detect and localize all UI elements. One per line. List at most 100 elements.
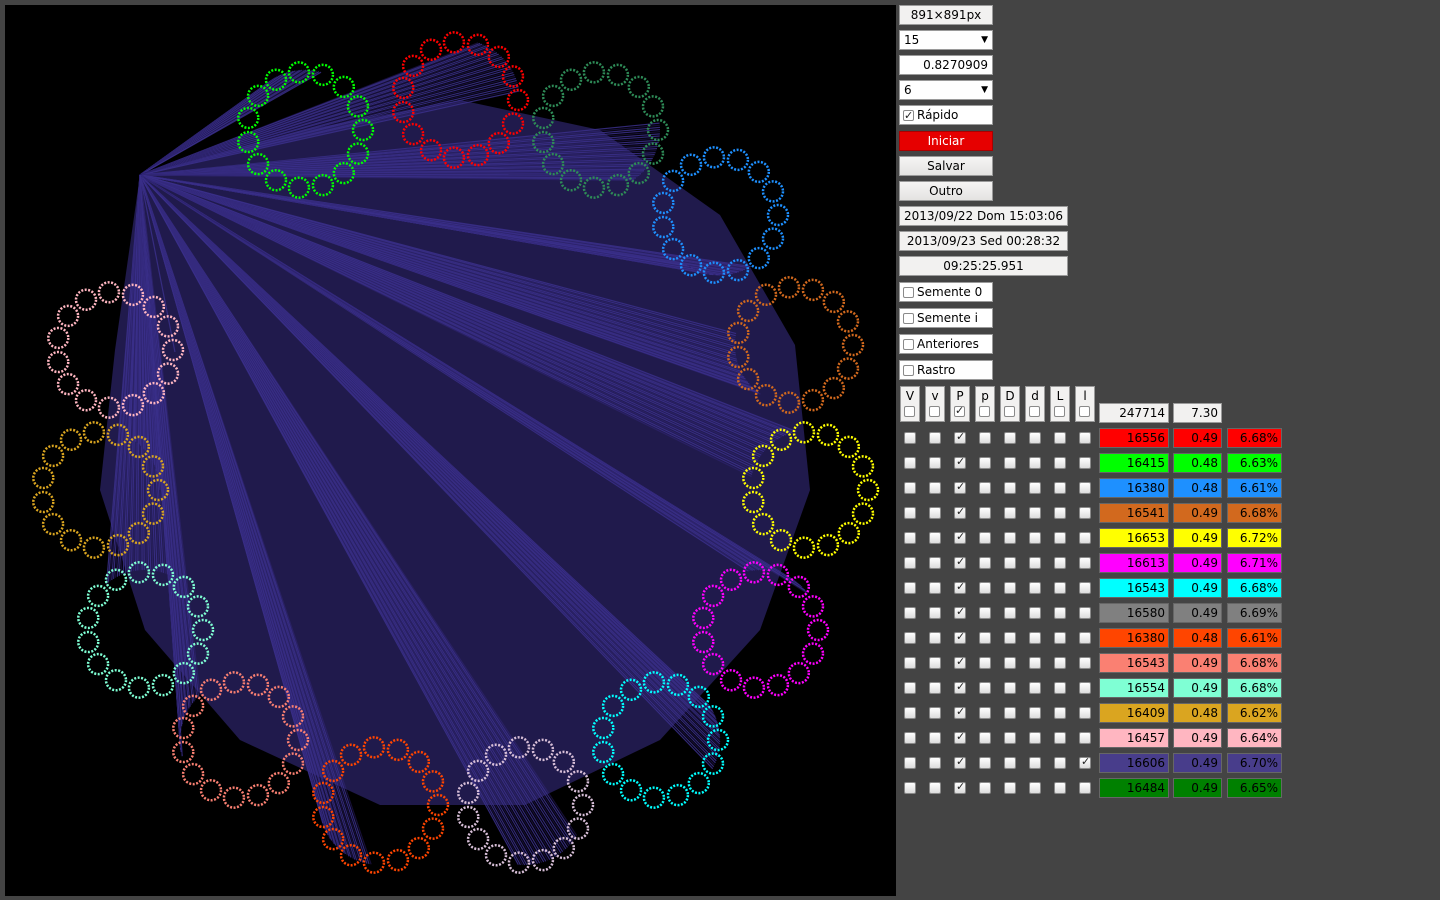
row-checkbox[interactable] — [1004, 682, 1016, 694]
row-checkbox[interactable] — [1029, 482, 1041, 494]
row-checkbox[interactable] — [904, 632, 916, 644]
row-checkbox[interactable] — [954, 480, 966, 494]
row-checkbox[interactable] — [904, 457, 916, 469]
row-checkbox[interactable] — [1079, 457, 1091, 469]
row-checkbox[interactable] — [1004, 457, 1016, 469]
row-checkbox[interactable] — [954, 555, 966, 569]
row-checkbox[interactable] — [1054, 482, 1066, 494]
column-header-checkbox[interactable] — [904, 406, 915, 417]
column-header-checkbox[interactable] — [1004, 406, 1015, 417]
row-checkbox[interactable] — [954, 530, 966, 544]
row-checkbox[interactable] — [1079, 432, 1091, 444]
row-checkbox[interactable] — [1029, 632, 1041, 644]
row-checkbox[interactable] — [954, 580, 966, 594]
depth-select[interactable]: 6 ▼ — [899, 80, 993, 100]
row-checkbox[interactable] — [1054, 782, 1066, 794]
row-checkbox[interactable] — [954, 430, 966, 444]
row-checkbox[interactable] — [1004, 632, 1016, 644]
row-checkbox[interactable] — [954, 505, 966, 519]
row-checkbox[interactable] — [979, 607, 991, 619]
row-checkbox[interactable] — [1029, 582, 1041, 594]
row-checkbox[interactable] — [1079, 707, 1091, 719]
row-checkbox[interactable] — [979, 507, 991, 519]
row-checkbox[interactable] — [954, 705, 966, 719]
row-checkbox[interactable] — [1054, 557, 1066, 569]
row-checkbox[interactable] — [904, 682, 916, 694]
column-header-checkbox[interactable] — [979, 406, 990, 417]
row-checkbox[interactable] — [1004, 507, 1016, 519]
row-checkbox[interactable] — [979, 482, 991, 494]
row-checkbox[interactable] — [904, 557, 916, 569]
row-checkbox[interactable] — [1054, 707, 1066, 719]
row-checkbox[interactable] — [1029, 507, 1041, 519]
fractal-canvas[interactable] — [5, 5, 896, 896]
seedi-checkbox[interactable]: Semente i — [899, 308, 993, 328]
row-checkbox[interactable] — [1029, 732, 1041, 744]
row-checkbox[interactable] — [1054, 657, 1066, 669]
row-checkbox[interactable] — [1029, 457, 1041, 469]
row-checkbox[interactable] — [1079, 532, 1091, 544]
row-checkbox[interactable] — [929, 557, 941, 569]
row-checkbox[interactable] — [904, 532, 916, 544]
row-checkbox[interactable] — [929, 482, 941, 494]
row-checkbox[interactable] — [929, 457, 941, 469]
row-checkbox[interactable] — [1079, 755, 1091, 769]
row-checkbox[interactable] — [904, 607, 916, 619]
seed0-checkbox[interactable]: Semente 0 — [899, 282, 993, 302]
row-checkbox[interactable] — [954, 655, 966, 669]
row-checkbox[interactable] — [929, 682, 941, 694]
row-checkbox[interactable] — [979, 682, 991, 694]
row-checkbox[interactable] — [929, 782, 941, 794]
row-checkbox[interactable] — [1004, 732, 1016, 744]
row-checkbox[interactable] — [954, 680, 966, 694]
row-checkbox[interactable] — [979, 532, 991, 544]
row-checkbox[interactable] — [1004, 557, 1016, 569]
row-checkbox[interactable] — [1029, 782, 1041, 794]
row-checkbox[interactable] — [1054, 632, 1066, 644]
row-checkbox[interactable] — [1029, 757, 1041, 769]
row-checkbox[interactable] — [1079, 632, 1091, 644]
row-checkbox[interactable] — [904, 757, 916, 769]
vertex-count-select[interactable]: 15 ▼ — [899, 30, 993, 50]
row-checkbox[interactable] — [1079, 607, 1091, 619]
row-checkbox[interactable] — [929, 757, 941, 769]
seed0-check-icon[interactable] — [903, 287, 914, 298]
row-checkbox[interactable] — [929, 532, 941, 544]
start-button[interactable]: Iniciar — [899, 131, 993, 151]
row-checkbox[interactable] — [979, 457, 991, 469]
row-checkbox[interactable] — [1054, 507, 1066, 519]
row-checkbox[interactable] — [979, 707, 991, 719]
row-checkbox[interactable] — [929, 432, 941, 444]
trail-check-icon[interactable] — [903, 365, 914, 376]
other-button[interactable]: Outro — [899, 181, 993, 201]
row-checkbox[interactable] — [904, 507, 916, 519]
row-checkbox[interactable] — [1004, 532, 1016, 544]
row-checkbox[interactable] — [1004, 782, 1016, 794]
row-checkbox[interactable] — [904, 782, 916, 794]
row-checkbox[interactable] — [1054, 432, 1066, 444]
row-checkbox[interactable] — [904, 657, 916, 669]
row-checkbox[interactable] — [979, 632, 991, 644]
row-checkbox[interactable] — [1054, 532, 1066, 544]
row-checkbox[interactable] — [979, 782, 991, 794]
row-checkbox[interactable] — [1054, 457, 1066, 469]
row-checkbox[interactable] — [954, 780, 966, 794]
row-checkbox[interactable] — [1029, 682, 1041, 694]
row-checkbox[interactable] — [1054, 682, 1066, 694]
fast-check-icon[interactable] — [903, 107, 914, 124]
trail-checkbox[interactable]: Rastro — [899, 360, 993, 380]
row-checkbox[interactable] — [1079, 657, 1091, 669]
row-checkbox[interactable] — [979, 757, 991, 769]
row-checkbox[interactable] — [929, 732, 941, 744]
row-checkbox[interactable] — [1079, 682, 1091, 694]
row-checkbox[interactable] — [1004, 707, 1016, 719]
previous-checkbox[interactable]: Anteriores — [899, 334, 993, 354]
row-checkbox[interactable] — [979, 432, 991, 444]
row-checkbox[interactable] — [1079, 507, 1091, 519]
row-checkbox[interactable] — [929, 607, 941, 619]
column-header-checkbox[interactable] — [954, 403, 965, 419]
column-header-checkbox[interactable] — [929, 406, 940, 417]
row-checkbox[interactable] — [1004, 482, 1016, 494]
previous-check-icon[interactable] — [903, 339, 914, 350]
row-checkbox[interactable] — [1029, 657, 1041, 669]
